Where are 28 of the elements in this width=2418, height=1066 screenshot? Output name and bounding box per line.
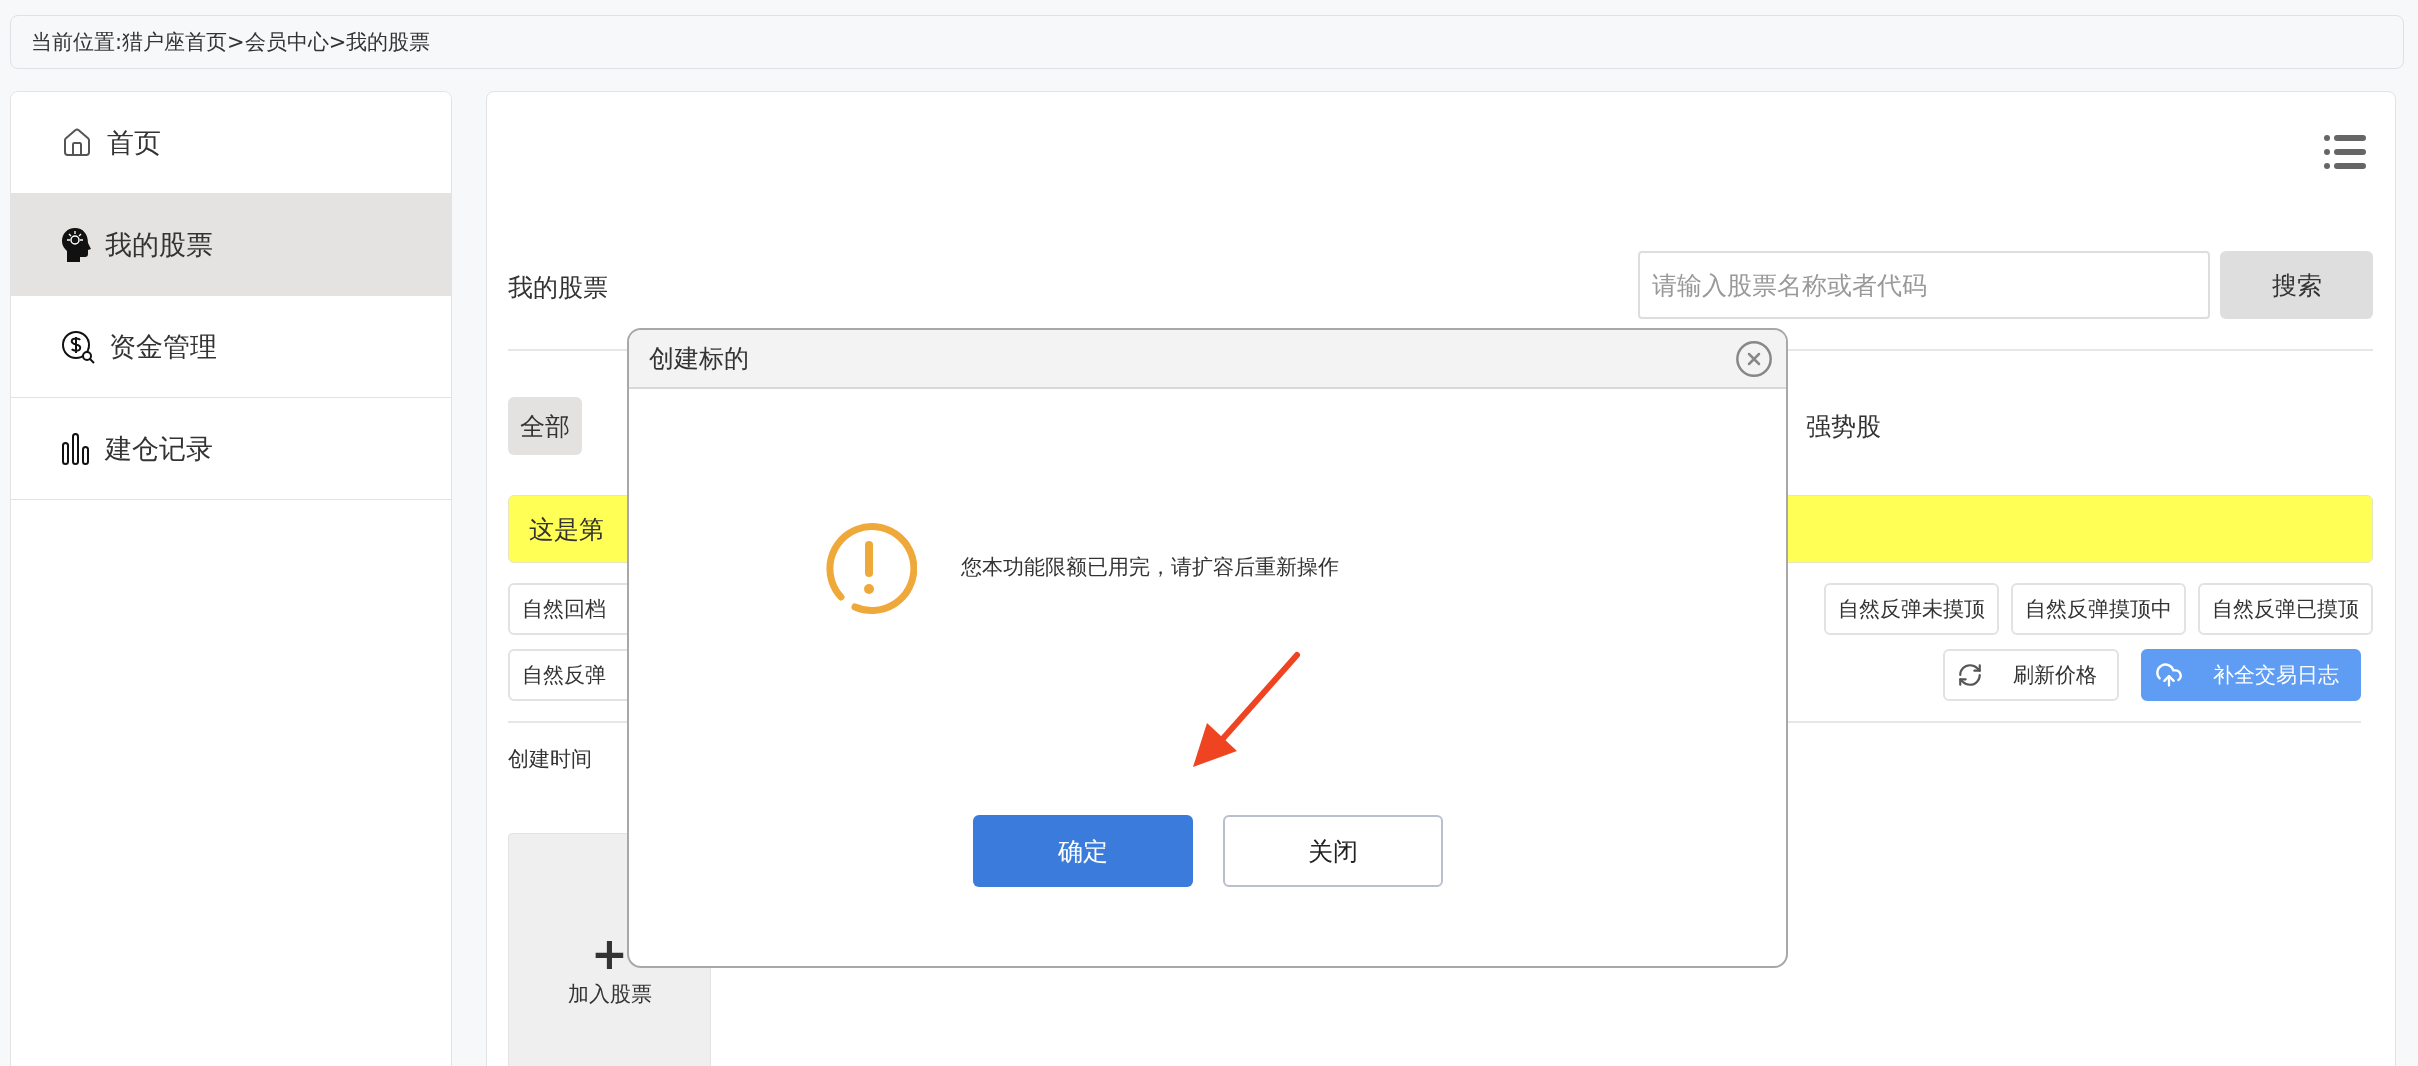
head-icon <box>61 226 91 263</box>
confirm-button[interactable]: 确定 <box>972 815 1193 887</box>
refresh-icon <box>1957 662 1983 688</box>
close-button[interactable]: 关闭 <box>1222 815 1443 887</box>
sidebar-item-label: 资金管理 <box>109 329 217 364</box>
filter-tab[interactable]: 全部 <box>508 397 582 455</box>
cloud-icon <box>2155 661 2183 689</box>
bar-chart-icon <box>61 432 91 465</box>
dollar-search-icon <box>61 329 95 364</box>
sidebar-item-label: 建仓记录 <box>105 431 213 466</box>
filter-tag[interactable]: 自然反弹已摸顶 <box>2198 583 2373 635</box>
sidebar-item-label: 首页 <box>107 125 161 160</box>
breadcrumb: 当前位置:猎户座首页>会员中心>我的股票 <box>10 15 2404 69</box>
filter-tag[interactable]: 自然反弹摸顶中 <box>2011 583 2186 635</box>
dialog-title: 创建标的 <box>649 343 749 375</box>
add-stock-label: 加入股票 <box>567 981 652 1008</box>
sidebar-item-label: 我的股票 <box>105 227 213 262</box>
sidebar-item[interactable]: 我的股票 <box>11 194 451 296</box>
filter-tag[interactable]: 自然反弹未摸顶 <box>1824 583 1999 635</box>
plus-sign: + <box>591 932 628 976</box>
sidebar-item[interactable]: 首页 <box>11 92 451 194</box>
search-button[interactable]: 搜索 <box>2220 251 2373 319</box>
filter-tab[interactable]: 强势股 <box>1794 397 1893 455</box>
close-icon[interactable] <box>1734 338 1774 379</box>
refresh-button[interactable]: 刷新价格 <box>1943 649 2119 701</box>
page-title: 我的股票 <box>508 272 608 304</box>
search-field[interactable]: 请输入股票名称或者代码 <box>1638 251 2210 319</box>
home-icon <box>61 126 93 159</box>
